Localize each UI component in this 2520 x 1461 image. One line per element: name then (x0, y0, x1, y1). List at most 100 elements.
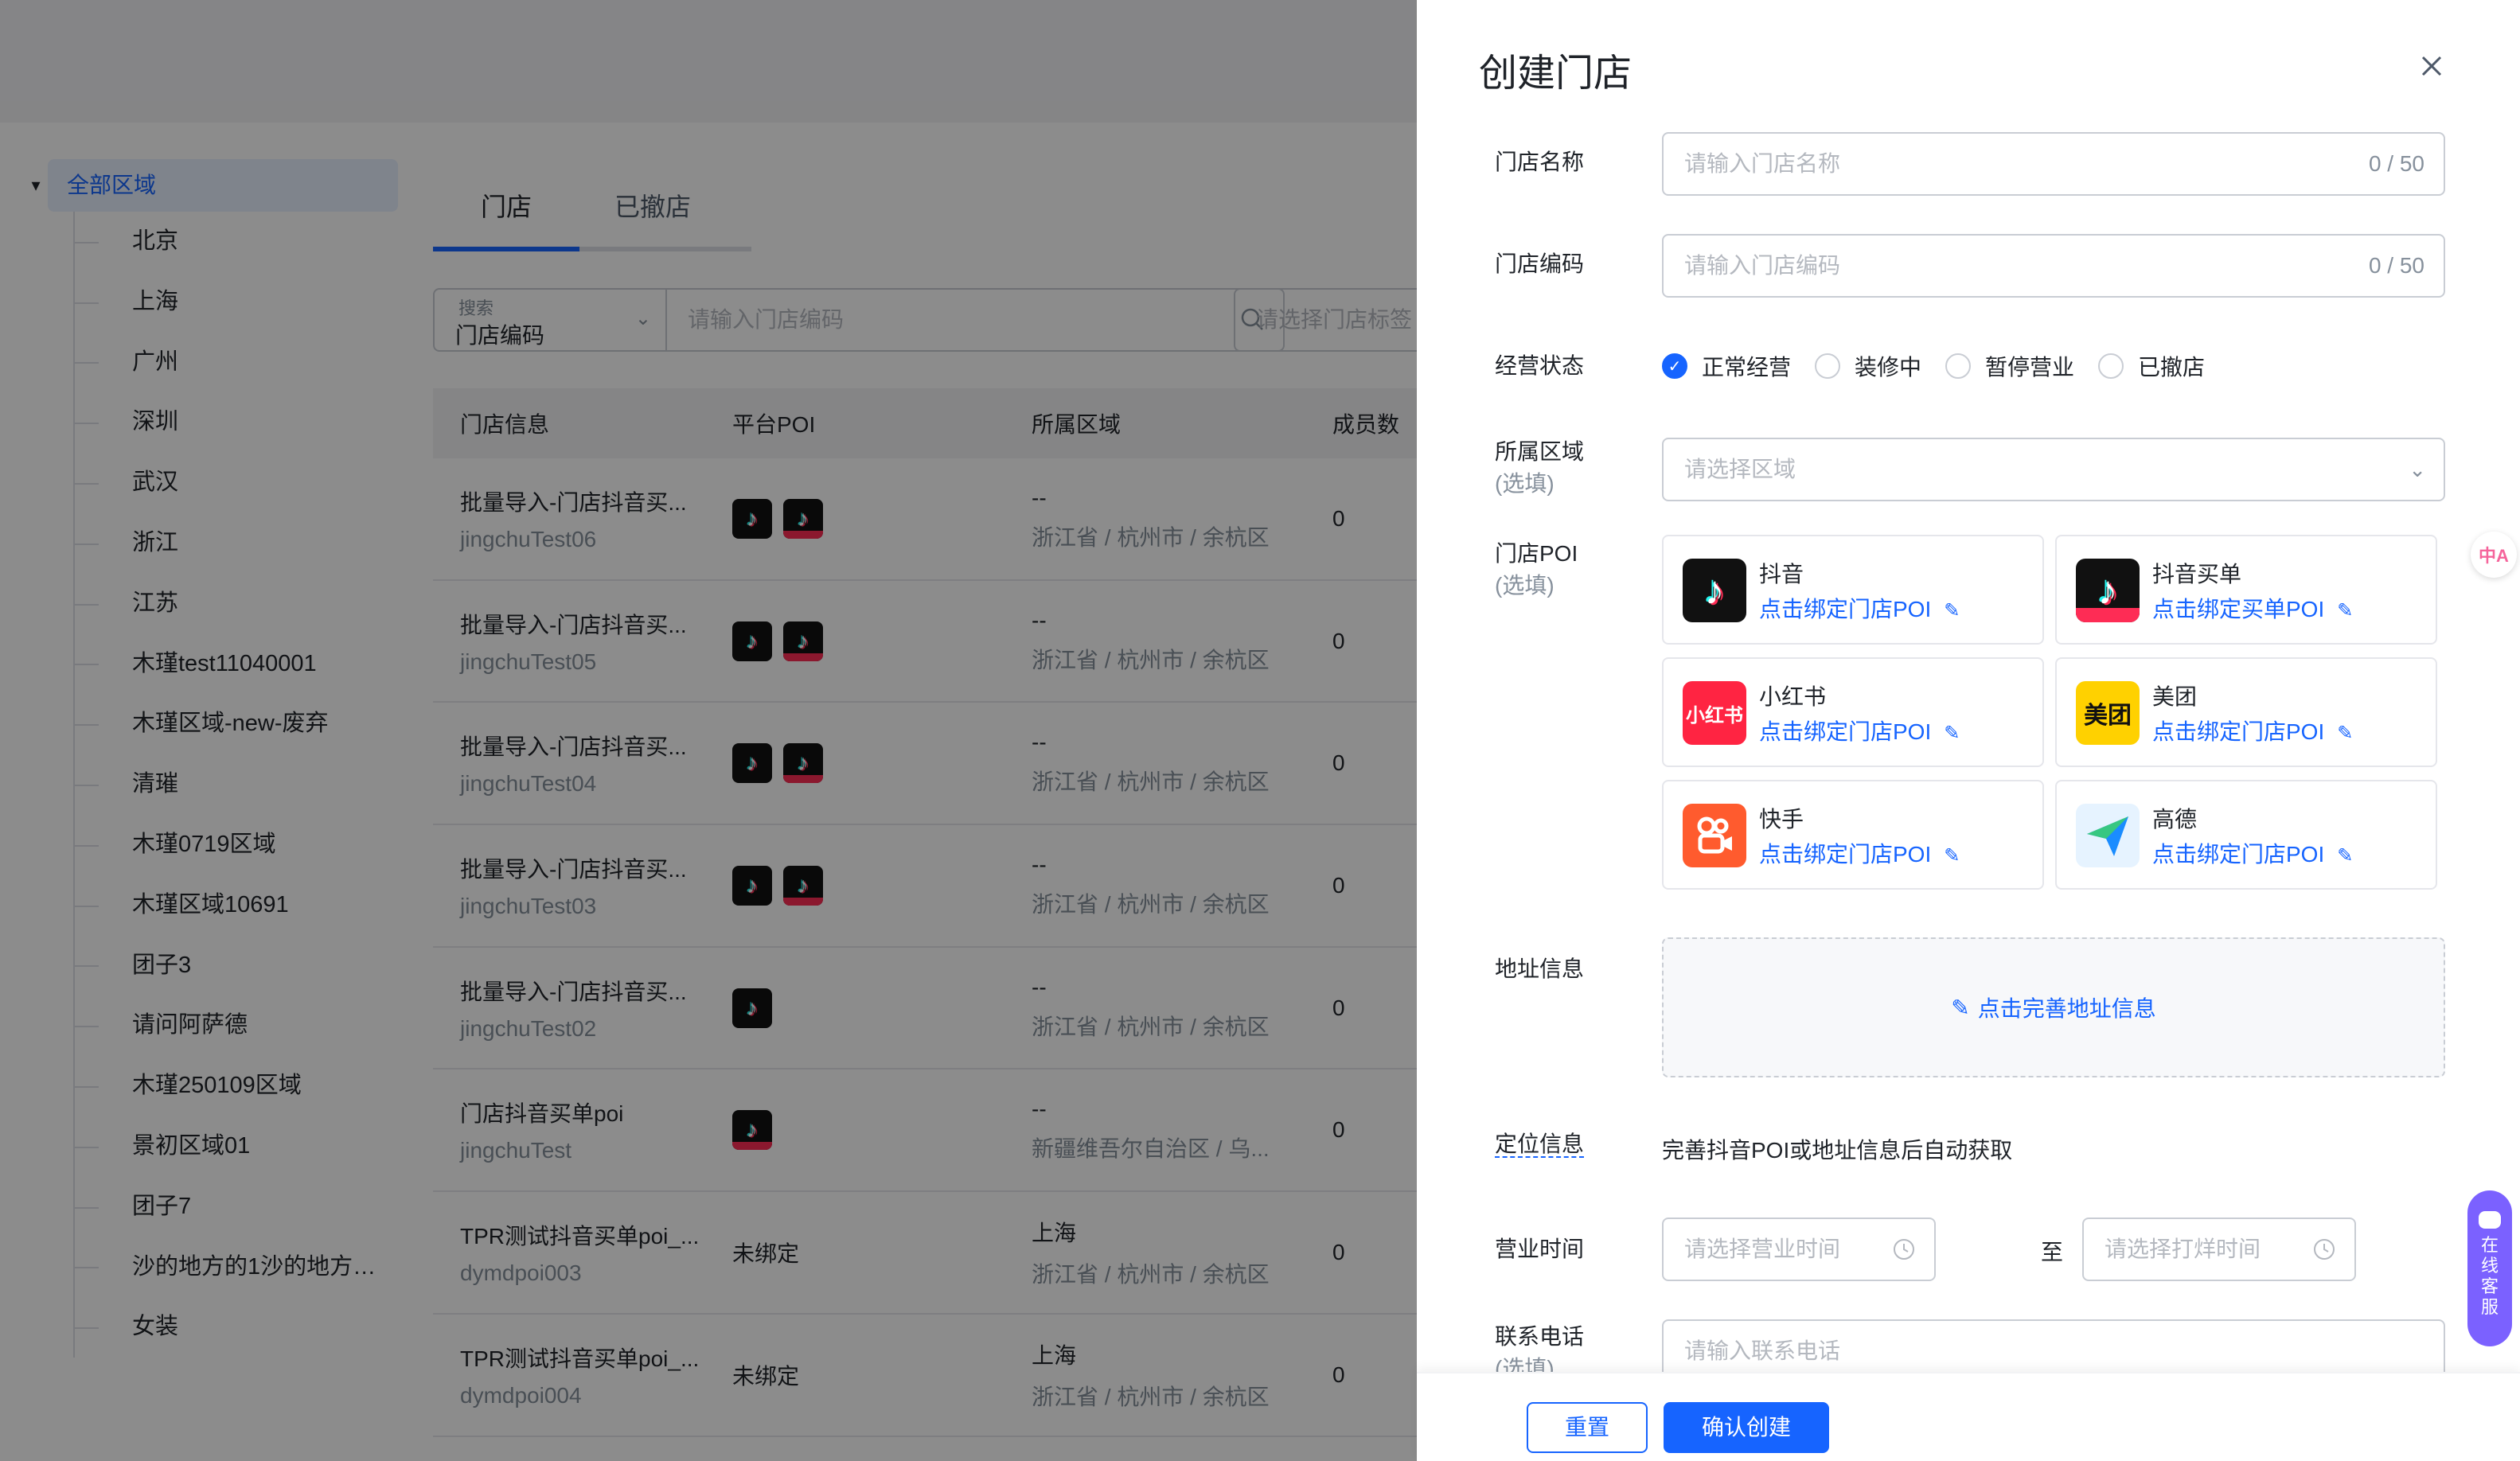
modal-overlay[interactable] (0, 0, 1417, 1461)
poi-bind-link[interactable]: 点击绑定门店POI ✎ (1759, 592, 1960, 624)
poi-card[interactable]: 快手点击绑定门店POI ✎ (1662, 780, 2044, 890)
poi-label-text: 门店POI (1495, 541, 1578, 566)
poi-bind-link[interactable]: 点击绑定门店POI ✎ (1759, 715, 1960, 746)
region-optional: (选填) (1495, 471, 1555, 496)
edit-icon[interactable]: ✎ (1944, 599, 1960, 622)
drawer-footer: 重置 确认创建 (1417, 1372, 2520, 1461)
support-char: 客 (2480, 1276, 2499, 1296)
poi-card[interactable]: 高德点击绑定门店POI ✎ (2055, 780, 2437, 890)
radio-label: 暂停营业 (1985, 355, 2075, 380)
drawer-title: 创建门店 (1479, 53, 1633, 95)
status-label: 经营状态 (1495, 353, 1585, 378)
poi-bind-link[interactable]: 点击绑定门店POI ✎ (2152, 837, 2353, 869)
edit-icon[interactable]: ✎ (1944, 844, 1960, 867)
poi-bind-text: 点击绑定门店POI (2152, 842, 2325, 867)
status-radio-renovating[interactable]: 装修中 (1815, 350, 1921, 382)
poi-bind-text: 点击绑定门店POI (2152, 719, 2325, 744)
douyin-logo: ♪ (1683, 559, 1746, 622)
poi-card[interactable]: ♪ 抖音点击绑定门店POI ✎ (1662, 535, 2044, 645)
store-name-label: 门店名称 (1495, 150, 1585, 174)
poi-bind-link[interactable]: 点击绑定门店POI ✎ (2152, 715, 2353, 746)
edit-icon[interactable]: ✎ (1944, 722, 1960, 745)
phone-placeholder: 请输入联系电话 (1684, 1338, 1841, 1363)
poi-bind-text: 点击绑定门店POI (1759, 719, 1932, 744)
amap-logo (2076, 804, 2140, 867)
meituan-logo: 美团 (2076, 681, 2140, 745)
kuaishou-logo (1683, 804, 1746, 867)
chat-bubble-icon (2479, 1211, 2501, 1229)
poi-platform-name: 美团 (2152, 684, 2198, 709)
poi-platform-name: 抖音 (1759, 562, 1804, 586)
radio-circle (1945, 353, 1972, 379)
poi-platform-name: 小红书 (1759, 684, 1827, 709)
poi-card[interactable]: 美团 美团 点击绑定门店POI ✎ (2055, 657, 2437, 767)
poi-card[interactable]: 小红书 小红书 点击绑定门店POI ✎ (1662, 657, 2044, 767)
poi-bind-text: 点击绑定门店POI (1759, 842, 1932, 867)
support-char: 线 (2480, 1256, 2499, 1276)
status-radio-closed[interactable]: 已撤店 (2098, 350, 2205, 382)
region-label-text: 所属区域 (1495, 439, 1585, 464)
address-complete-button[interactable]: ✎ 点击完善地址信息 (1662, 937, 2445, 1077)
open-time-input[interactable]: 请选择营业时间 (1662, 1218, 1936, 1281)
translate-icon[interactable]: 中A (2471, 532, 2517, 578)
status-radio-normal[interactable]: ✓ 正常经营 (1662, 350, 1791, 382)
logo-text: 美团 (2084, 703, 2132, 729)
hours-label: 营业时间 (1495, 1237, 1585, 1261)
poi-platform-name: 快手 (1759, 807, 1804, 832)
edit-icon[interactable]: ✎ (2337, 599, 2353, 622)
poi-card[interactable]: ♪ 抖音买单点击绑定买单POI ✎ (2055, 535, 2437, 645)
region-label: 所属区域 (选填) (1495, 436, 1584, 500)
radio-circle (1815, 353, 1841, 379)
chevron-down-icon: ⌄ (2409, 458, 2426, 481)
douyin-buy-logo: ♪ (2076, 559, 2140, 622)
clock-icon (1894, 1239, 1914, 1260)
address-label: 地址信息 (1495, 956, 1585, 981)
store-code-count: 0 / 50 (2368, 253, 2424, 278)
poi-bind-text: 点击绑定买单POI (2152, 597, 2325, 621)
locate-label: 定位信息 (1495, 1128, 1585, 1160)
store-name-input[interactable]: 请输入门店名称 0 / 50 (1662, 132, 2445, 196)
address-action-text: 点击完善地址信息 (1977, 996, 2156, 1021)
poi-bind-link[interactable]: 点击绑定买单POI ✎ (2152, 592, 2353, 624)
store-name-placeholder: 请输入门店名称 (1684, 151, 1841, 176)
support-char: 在 (2480, 1235, 2499, 1255)
poi-platform-name: 抖音买单 (2152, 562, 2242, 586)
radio-label: 已撤店 (2138, 355, 2206, 380)
locate-label-text: 定位信息 (1495, 1132, 1585, 1158)
radio-label: 正常经营 (1702, 355, 1792, 380)
locate-hint: 完善抖音POI或地址信息后自动获取 (1662, 1138, 2013, 1163)
edit-icon[interactable]: ✎ (2337, 844, 2353, 867)
radio-label: 装修中 (1855, 355, 1922, 380)
edit-icon[interactable]: ✎ (2337, 722, 2353, 745)
store-code-input[interactable]: 请输入门店编码 0 / 50 (1662, 234, 2445, 298)
store-code-placeholder: 请输入门店编码 (1684, 253, 1841, 278)
logo-text: 小红书 (1686, 704, 1743, 727)
region-select[interactable]: 请选择区域 ⌄ (1662, 438, 2445, 501)
close-icon[interactable] (2412, 46, 2452, 86)
phone-label-text: 联系电话 (1495, 1324, 1585, 1349)
status-radio-group: ✓ 正常经营 装修中 暂停营业 已撤店 (1662, 350, 2229, 382)
poi-label: 门店POI (选填) (1495, 538, 1578, 602)
poi-bind-link[interactable]: 点击绑定门店POI ✎ (1759, 837, 1960, 869)
online-support-button[interactable]: 在 线 客 服 (2467, 1190, 2512, 1346)
open-time-placeholder: 请选择营业时间 (1684, 1237, 1841, 1261)
support-char: 服 (2480, 1297, 2499, 1317)
check-icon: ✓ (1662, 353, 1687, 379)
region-placeholder: 请选择区域 (1684, 457, 1796, 481)
reset-button[interactable]: 重置 (1527, 1402, 1648, 1453)
edit-icon: ✎ (1951, 995, 1970, 1020)
create-store-drawer: 创建门店 门店名称 请输入门店名称 0 / 50 门店编码 请输入门店编码 0 … (1417, 0, 2520, 1461)
close-time-input[interactable]: 请选择打烊时间 (2082, 1218, 2356, 1281)
store-code-label: 门店编码 (1495, 251, 1585, 276)
status-radio-paused[interactable]: 暂停营业 (1945, 350, 2074, 382)
clock-icon (2314, 1239, 2335, 1260)
xiaohongshu-logo: 小红书 (1683, 681, 1746, 745)
store-name-count: 0 / 50 (2368, 151, 2424, 176)
poi-optional: (选填) (1495, 573, 1555, 598)
poi-bind-text: 点击绑定门店POI (1759, 597, 1932, 621)
poi-platform-name: 高德 (2152, 807, 2198, 832)
confirm-create-button[interactable]: 确认创建 (1664, 1402, 1829, 1453)
radio-circle (2098, 353, 2124, 379)
time-to-label: 至 (2041, 1240, 2064, 1264)
close-time-placeholder: 请选择打烊时间 (2105, 1237, 2261, 1261)
